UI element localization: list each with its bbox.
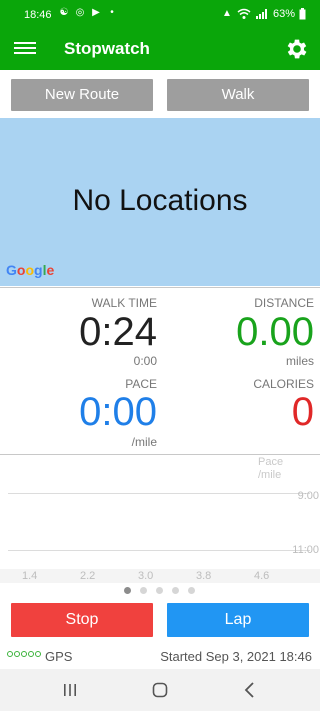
page-indicator xyxy=(124,587,195,594)
gps-label: GPS xyxy=(45,649,73,664)
stats-panel: WALK TIME 0:24 0:00 DISTANCE 0.00 miles … xyxy=(0,287,320,453)
walk-time-value: 0:24 xyxy=(79,310,157,354)
graph-y-tick-label: 11:00 xyxy=(292,544,319,556)
walk-time-sub: 0:00 xyxy=(133,354,157,368)
google-logo: Google xyxy=(6,262,55,278)
walk-button[interactable]: Walk xyxy=(167,79,309,111)
status-notification-icons: ☯ ◎ ▶ • xyxy=(58,7,118,19)
menu-icon[interactable] xyxy=(14,39,36,61)
graph-unit-sublabel: /mile xyxy=(258,469,282,481)
pace-graph[interactable]: Pace /mile 9:00 11:00 1.4 2.2 3.0 3.8 4.… xyxy=(0,454,320,583)
map-view[interactable]: No Locations Google xyxy=(0,118,320,286)
notification-icon: ☯ xyxy=(59,7,69,18)
signal-icon xyxy=(255,9,267,19)
graph-x-tick-label: 2.2 xyxy=(80,570,96,582)
cast-icon: ◎ xyxy=(75,7,85,18)
system-nav-bar xyxy=(0,669,320,711)
graph-x-tick-label: 1.4 xyxy=(22,570,38,582)
gear-icon[interactable] xyxy=(284,36,310,62)
gps-status-row: GPS Started Sep 3, 2021 18:46 xyxy=(0,646,320,666)
graph-x-tick-label: 3.0 xyxy=(138,570,154,582)
pace-value: 0:00 xyxy=(79,390,157,434)
distance-label: DISTANCE xyxy=(254,296,314,310)
graph-x-axis xyxy=(0,569,320,583)
battery-percent: 63% xyxy=(272,8,295,20)
graph-unit-label: Pace xyxy=(258,456,284,468)
app-title: Stopwatch xyxy=(64,39,150,58)
distance-unit: miles xyxy=(285,354,314,368)
status-time: 18:46 xyxy=(24,9,52,21)
graph-gridline xyxy=(8,550,310,551)
graph-x-tick-label: 3.8 xyxy=(196,570,212,582)
page-dot-active[interactable] xyxy=(124,587,131,594)
graph-gridline xyxy=(8,493,310,494)
started-timestamp: Started Sep 3, 2021 18:46 xyxy=(160,649,312,664)
status-right: ▲ 63% xyxy=(221,8,306,20)
status-bar: 18:46 ☯ ◎ ▶ • ▲ 63% xyxy=(0,0,320,30)
map-message: No Locations xyxy=(72,184,248,217)
back-icon[interactable] xyxy=(240,680,260,700)
graph-x-tick-label: 4.6 xyxy=(254,570,270,582)
gps-signal-icon xyxy=(7,651,41,657)
app-bar: Stopwatch xyxy=(0,30,320,70)
pace-label: PACE xyxy=(125,377,157,391)
page-dot[interactable] xyxy=(188,587,195,594)
stop-button[interactable]: Stop xyxy=(11,603,153,637)
calories-label: CALORIES xyxy=(253,377,314,391)
distance-value: 0.00 xyxy=(236,310,314,354)
page-dot[interactable] xyxy=(140,587,147,594)
walk-time-label: WALK TIME xyxy=(91,296,157,310)
page-dot[interactable] xyxy=(172,587,179,594)
calories-value: 0 xyxy=(291,390,314,434)
media-icon: ▶ xyxy=(92,7,100,18)
alarm-icon: ▲ xyxy=(222,8,232,19)
graph-y-tick-label: 9:00 xyxy=(297,490,319,502)
pace-unit: /mile xyxy=(131,435,157,449)
app-screen: 18:46 ☯ ◎ ▶ • ▲ 63% Stopwatch New Route … xyxy=(0,0,320,711)
battery-icon xyxy=(299,8,306,20)
wifi-icon xyxy=(237,8,251,19)
new-route-button[interactable]: New Route xyxy=(11,79,153,111)
dot-icon: • xyxy=(110,7,114,18)
recent-apps-icon[interactable] xyxy=(60,680,80,700)
lap-button[interactable]: Lap xyxy=(167,603,309,637)
home-icon[interactable] xyxy=(150,680,170,700)
page-dot[interactable] xyxy=(156,587,163,594)
